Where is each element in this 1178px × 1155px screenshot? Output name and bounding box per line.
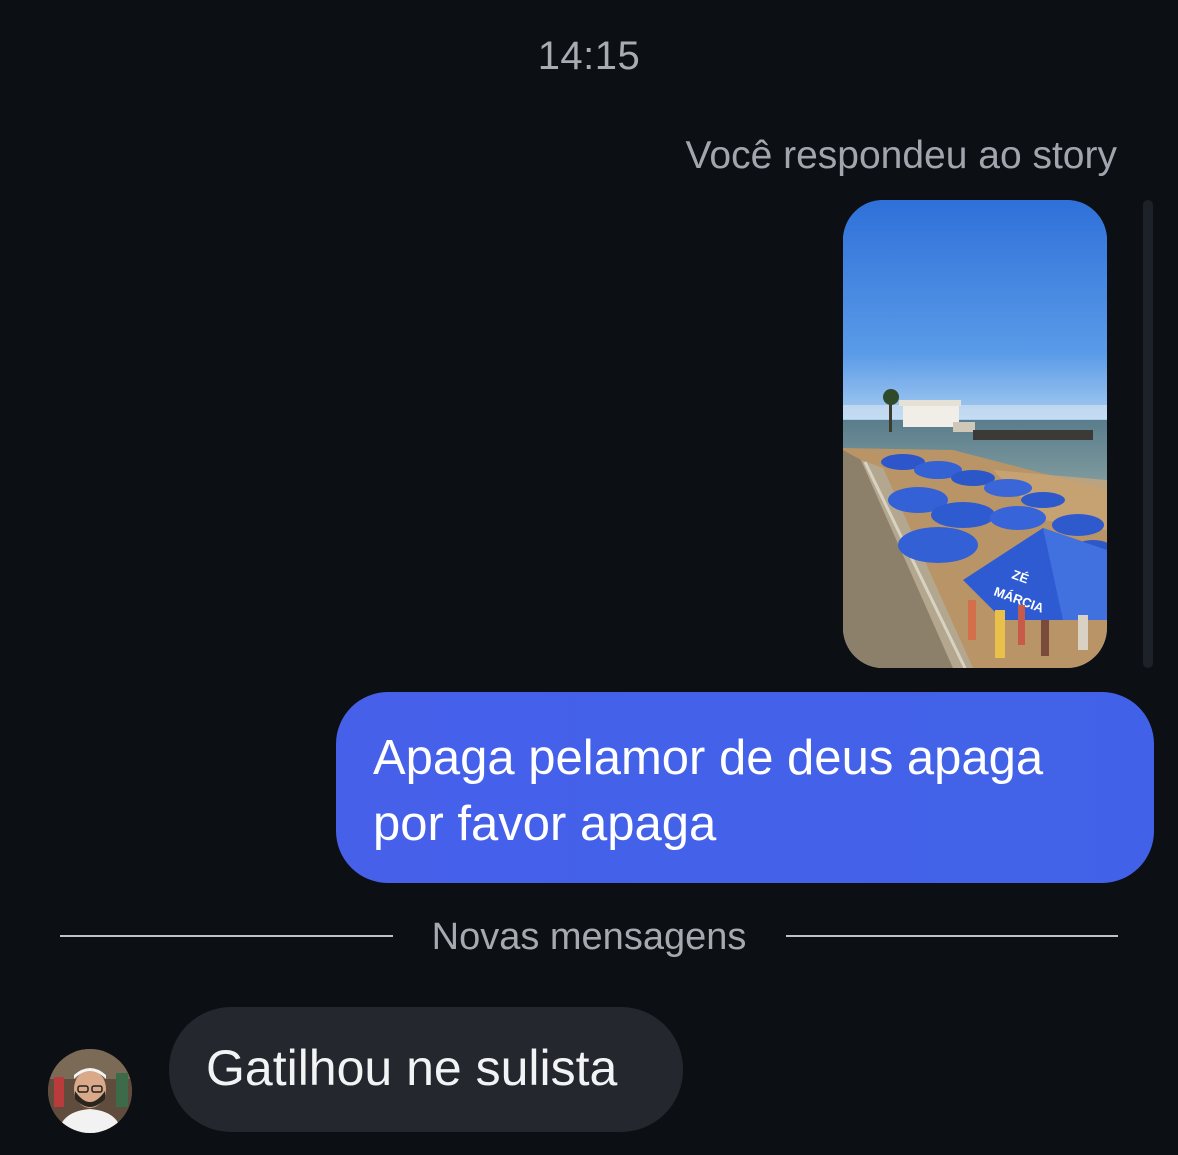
story-image-icon: ZÉ MÁRCIA [843, 200, 1107, 668]
story-reply-label: Você respondeu ao story [685, 134, 1117, 177]
sender-avatar[interactable] [48, 1049, 132, 1133]
divider-line-right [786, 935, 1118, 937]
incoming-message-bubble[interactable]: Gatilhou ne sulista [169, 1007, 683, 1132]
chat-screen: 14:15 Você respondeu ao story ZÉ MÁRCIA … [0, 0, 1178, 1155]
story-thumbnail[interactable]: ZÉ MÁRCIA [843, 200, 1107, 668]
outgoing-message-line1: Apaga pelamor de deus apaga [373, 731, 1044, 785]
user-avatar-icon [48, 1049, 132, 1133]
new-messages-label: Novas mensagens [431, 916, 747, 958]
new-messages-divider: Novas mensagens [60, 915, 1118, 959]
incoming-message-text: Gatilhou ne sulista [206, 1040, 618, 1096]
message-timestamp: 14:15 [537, 34, 641, 78]
scroll-indicator[interactable] [1143, 200, 1153, 668]
outgoing-message-line2: por favor apaga [373, 797, 717, 851]
outgoing-message-bubble[interactable]: Apaga pelamor de deus apaga por favor ap… [336, 692, 1154, 883]
